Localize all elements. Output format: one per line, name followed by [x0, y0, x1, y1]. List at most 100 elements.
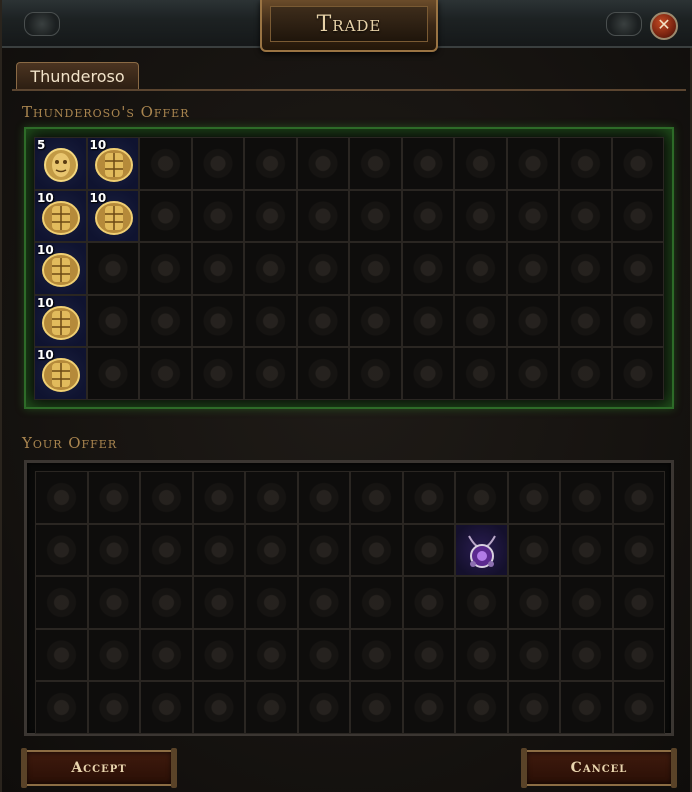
- your-offer-empty-slot[interactable]: [612, 576, 665, 629]
- their-offer-item[interactable]: 10: [34, 189, 87, 242]
- your-offer-empty-slot[interactable]: [402, 681, 455, 734]
- their-offer-empty-slot[interactable]: [611, 189, 664, 242]
- their-offer-empty-slot[interactable]: [454, 294, 507, 347]
- your-offer-empty-slot[interactable]: [87, 576, 140, 629]
- your-offer-empty-slot[interactable]: [455, 628, 508, 681]
- their-offer-empty-slot[interactable]: [86, 294, 139, 347]
- their-offer-empty-slot[interactable]: [86, 347, 139, 400]
- their-offer-empty-slot[interactable]: [349, 294, 402, 347]
- their-offer-item[interactable]: 10: [34, 294, 87, 347]
- your-offer-empty-slot[interactable]: [192, 576, 245, 629]
- their-offer-item[interactable]: 10: [34, 347, 87, 400]
- their-offer-empty-slot[interactable]: [349, 347, 402, 400]
- their-offer-empty-slot[interactable]: [349, 137, 402, 190]
- your-offer-empty-slot[interactable]: [87, 628, 140, 681]
- your-offer-empty-slot[interactable]: [350, 681, 403, 734]
- their-offer-empty-slot[interactable]: [559, 137, 612, 190]
- your-offer-empty-slot[interactable]: [507, 523, 560, 576]
- your-offer-empty-slot[interactable]: [87, 681, 140, 734]
- your-offer-empty-slot[interactable]: [612, 681, 665, 734]
- their-offer-empty-slot[interactable]: [454, 347, 507, 400]
- your-offer-empty-slot[interactable]: [192, 628, 245, 681]
- close-button[interactable]: ✕: [650, 12, 678, 40]
- their-offer-empty-slot[interactable]: [296, 137, 349, 190]
- their-offer-empty-slot[interactable]: [86, 242, 139, 295]
- your-offer-empty-slot[interactable]: [140, 523, 193, 576]
- your-offer-empty-slot[interactable]: [560, 576, 613, 629]
- their-offer-empty-slot[interactable]: [401, 242, 454, 295]
- their-offer-empty-slot[interactable]: [296, 189, 349, 242]
- their-offer-empty-slot[interactable]: [244, 189, 297, 242]
- your-offer-empty-slot[interactable]: [297, 681, 350, 734]
- your-offer-empty-slot[interactable]: [140, 628, 193, 681]
- your-offer-empty-slot[interactable]: [35, 576, 88, 629]
- your-offer-empty-slot[interactable]: [140, 471, 193, 524]
- their-offer-empty-slot[interactable]: [454, 189, 507, 242]
- their-offer-item[interactable]: 10: [34, 242, 87, 295]
- your-offer-empty-slot[interactable]: [507, 681, 560, 734]
- your-offer-empty-slot[interactable]: [402, 628, 455, 681]
- their-offer-empty-slot[interactable]: [191, 347, 244, 400]
- their-offer-empty-slot[interactable]: [244, 347, 297, 400]
- their-offer-empty-slot[interactable]: [139, 347, 192, 400]
- your-offer-empty-slot[interactable]: [35, 471, 88, 524]
- your-offer-empty-slot[interactable]: [87, 523, 140, 576]
- your-offer-empty-slot[interactable]: [245, 576, 298, 629]
- your-offer-empty-slot[interactable]: [87, 471, 140, 524]
- their-offer-empty-slot[interactable]: [401, 347, 454, 400]
- your-offer-empty-slot[interactable]: [560, 523, 613, 576]
- their-offer-empty-slot[interactable]: [401, 294, 454, 347]
- your-offer-empty-slot[interactable]: [297, 471, 350, 524]
- your-offer-empty-slot[interactable]: [612, 523, 665, 576]
- your-offer-empty-slot[interactable]: [455, 576, 508, 629]
- your-offer-empty-slot[interactable]: [402, 523, 455, 576]
- your-offer-empty-slot[interactable]: [245, 681, 298, 734]
- your-offer-empty-slot[interactable]: [245, 471, 298, 524]
- their-offer-empty-slot[interactable]: [191, 242, 244, 295]
- your-offer-empty-slot[interactable]: [192, 681, 245, 734]
- your-offer-empty-slot[interactable]: [560, 681, 613, 734]
- their-offer-empty-slot[interactable]: [559, 242, 612, 295]
- your-offer-empty-slot[interactable]: [402, 576, 455, 629]
- your-offer-empty-slot[interactable]: [35, 681, 88, 734]
- your-offer-empty-slot[interactable]: [297, 576, 350, 629]
- your-offer-empty-slot[interactable]: [560, 628, 613, 681]
- their-offer-empty-slot[interactable]: [349, 189, 402, 242]
- your-offer-empty-slot[interactable]: [140, 576, 193, 629]
- your-offer-empty-slot[interactable]: [350, 523, 403, 576]
- your-offer-item[interactable]: [455, 523, 508, 576]
- your-offer-empty-slot[interactable]: [192, 471, 245, 524]
- their-offer-empty-slot[interactable]: [139, 294, 192, 347]
- their-offer-empty-slot[interactable]: [244, 294, 297, 347]
- their-offer-empty-slot[interactable]: [454, 242, 507, 295]
- your-offer-empty-slot[interactable]: [350, 628, 403, 681]
- their-offer-item[interactable]: 5: [34, 137, 87, 190]
- their-offer-empty-slot[interactable]: [191, 137, 244, 190]
- their-offer-empty-slot[interactable]: [506, 294, 559, 347]
- your-offer-empty-slot[interactable]: [297, 523, 350, 576]
- their-offer-empty-slot[interactable]: [139, 242, 192, 295]
- their-offer-empty-slot[interactable]: [611, 137, 664, 190]
- their-offer-empty-slot[interactable]: [506, 189, 559, 242]
- their-offer-empty-slot[interactable]: [139, 137, 192, 190]
- your-offer-empty-slot[interactable]: [297, 628, 350, 681]
- tab-trader[interactable]: Thunderoso: [16, 62, 139, 90]
- their-offer-empty-slot[interactable]: [349, 242, 402, 295]
- your-offer-empty-slot[interactable]: [560, 471, 613, 524]
- your-offer-empty-slot[interactable]: [455, 471, 508, 524]
- their-offer-empty-slot[interactable]: [559, 347, 612, 400]
- your-offer-empty-slot[interactable]: [140, 681, 193, 734]
- your-offer-empty-slot[interactable]: [507, 471, 560, 524]
- their-offer-empty-slot[interactable]: [139, 189, 192, 242]
- accept-button[interactable]: Accept: [21, 748, 177, 788]
- your-offer-empty-slot[interactable]: [350, 471, 403, 524]
- their-offer-empty-slot[interactable]: [454, 137, 507, 190]
- your-offer-empty-slot[interactable]: [350, 576, 403, 629]
- their-offer-item[interactable]: 10: [86, 189, 139, 242]
- their-offer-empty-slot[interactable]: [191, 294, 244, 347]
- cancel-button[interactable]: Cancel: [521, 748, 677, 788]
- your-offer-empty-slot[interactable]: [507, 628, 560, 681]
- their-offer-empty-slot[interactable]: [611, 347, 664, 400]
- your-offer-empty-slot[interactable]: [192, 523, 245, 576]
- your-offer-empty-slot[interactable]: [402, 471, 455, 524]
